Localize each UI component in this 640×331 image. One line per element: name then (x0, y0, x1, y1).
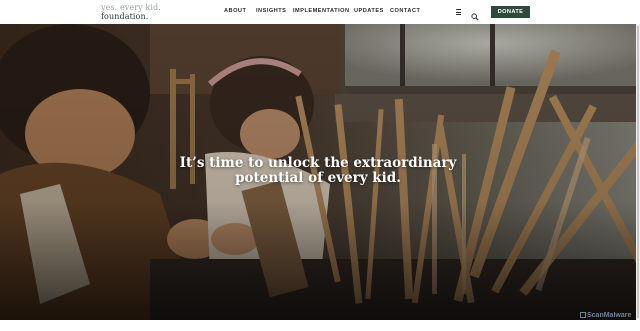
menu-icon[interactable] (456, 9, 463, 15)
site-logo[interactable]: yes. every kid. foundation. (101, 3, 161, 21)
hero-headline-line-2: potential of every kid. (235, 170, 401, 186)
hero-headline: It’s time to unlock the extraordinary po… (0, 156, 636, 186)
nav-updates[interactable]: UPDATES (354, 8, 384, 14)
nav-implementation[interactable]: IMPLEMENTATION (293, 8, 350, 14)
search-icon[interactable] (471, 8, 479, 21)
donate-button[interactable]: DONATE (491, 6, 530, 18)
nav-insights[interactable]: INSIGHTS (256, 8, 286, 14)
watermark-text: ScanMalware (587, 312, 632, 319)
hero-headline-line-1: It’s time to unlock the extraordinary (179, 155, 457, 171)
watermark-icon (580, 312, 586, 318)
hero-section: It’s time to unlock the extraordinary po… (0, 24, 636, 320)
nav-contact[interactable]: CONTACT (390, 8, 420, 14)
nav-about[interactable]: ABOUT (224, 8, 246, 14)
page-scrollbar-thumb[interactable] (637, 26, 639, 318)
logo-line-1: yes. every kid. (101, 3, 161, 12)
site-header: yes. every kid. foundation. ABOUT INSIGH… (0, 0, 640, 24)
logo-line-2: foundation. (101, 12, 149, 21)
watermark: ScanMalware (580, 312, 631, 319)
below-hero-strip (0, 320, 640, 331)
